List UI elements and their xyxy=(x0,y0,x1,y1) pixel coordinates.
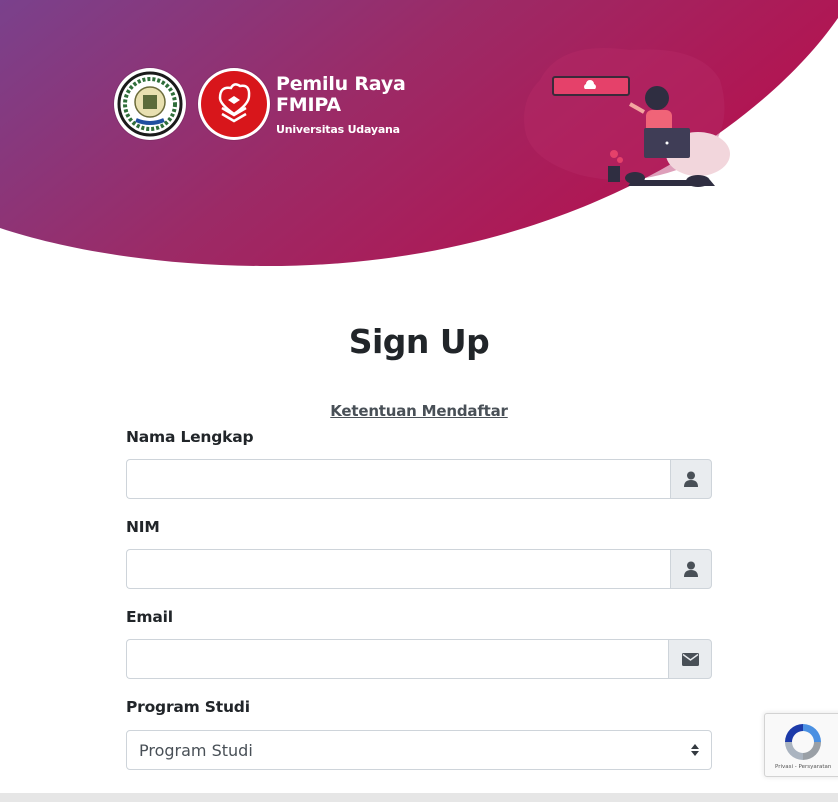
pemira-logo xyxy=(198,68,270,140)
page-title: Sign Up xyxy=(348,322,490,361)
user-icon xyxy=(684,561,698,577)
email-input[interactable] xyxy=(126,639,668,679)
recaptcha-badge[interactable]: Privasi - Persyaratan xyxy=(764,713,838,777)
university-logo xyxy=(114,68,186,140)
program-studi-select[interactable]: Program Studi xyxy=(126,730,712,770)
recaptcha-terms[interactable]: Privasi - Persyaratan xyxy=(775,764,831,770)
brand-title-line2: FMIPA xyxy=(276,94,341,116)
program-studi-selected: Program Studi xyxy=(139,740,253,760)
brand-title-line1: Pemilu Raya xyxy=(276,73,406,95)
nim-input-group xyxy=(126,549,712,589)
full-name-label: Nama Lengkap xyxy=(126,428,254,446)
bottom-scrollbar[interactable] xyxy=(0,793,838,802)
email-label: Email xyxy=(126,608,173,626)
person-with-laptop-illustration xyxy=(520,40,740,204)
user-icon xyxy=(684,471,698,487)
nim-input[interactable] xyxy=(126,549,670,589)
select-arrows-icon xyxy=(691,744,699,756)
envelope-icon xyxy=(681,652,699,666)
email-addon xyxy=(668,639,712,679)
full-name-addon xyxy=(670,459,712,499)
brand-subtitle: Universitas Udayana xyxy=(276,123,400,136)
full-name-input-group xyxy=(126,459,712,499)
nim-addon xyxy=(670,549,712,589)
recaptcha-icon xyxy=(785,724,821,760)
email-input-group xyxy=(126,639,712,679)
terms-link[interactable]: Ketentuan Mendaftar xyxy=(0,402,838,420)
program-studi-label: Program Studi xyxy=(126,698,250,716)
full-name-input[interactable] xyxy=(126,459,670,499)
brand-block: Pemilu Raya FMIPA Universitas Udayana xyxy=(276,73,406,137)
nim-label: NIM xyxy=(126,518,160,536)
